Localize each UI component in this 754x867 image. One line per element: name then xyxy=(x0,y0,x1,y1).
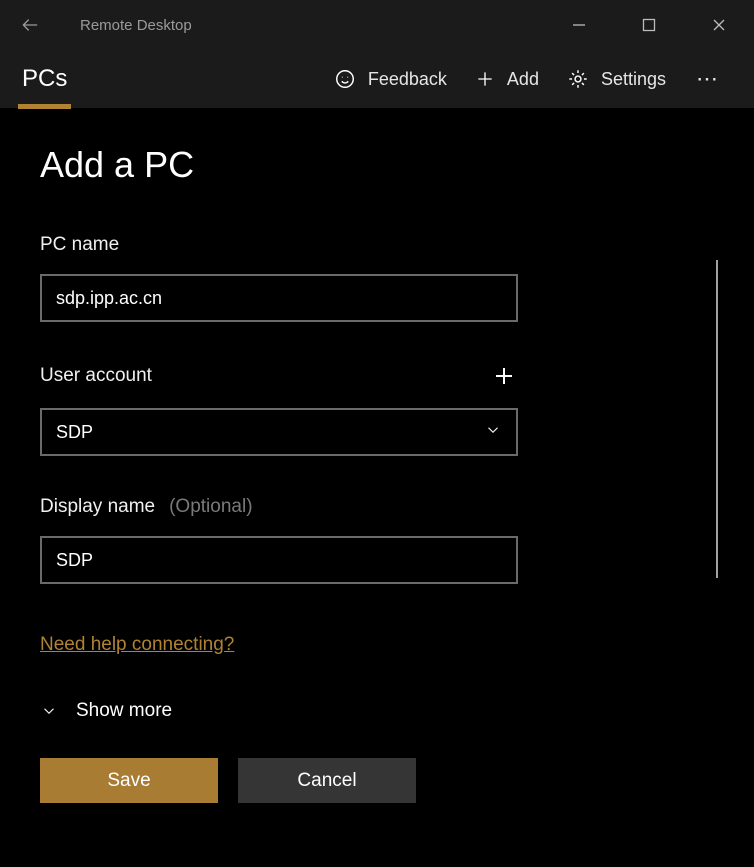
user-account-value: SDP xyxy=(56,422,93,443)
titlebar: Remote Desktop xyxy=(0,0,754,50)
pc-name-input[interactable] xyxy=(40,274,518,322)
add-label: Add xyxy=(507,69,539,90)
plus-icon xyxy=(475,69,495,89)
tab-pcs[interactable]: PCs xyxy=(18,50,71,108)
window-controls xyxy=(544,0,754,50)
user-account-select[interactable]: SDP xyxy=(40,408,518,456)
arrow-left-icon xyxy=(20,15,40,35)
pc-name-field: PC name xyxy=(40,234,714,322)
content-panel: Add a PC PC name User account SDP xyxy=(0,108,754,833)
display-name-label: Display name xyxy=(40,496,155,518)
maximize-icon xyxy=(642,18,656,32)
action-buttons: Save Cancel xyxy=(40,758,714,803)
window-title: Remote Desktop xyxy=(60,17,192,34)
settings-button[interactable]: Settings xyxy=(553,50,680,108)
pc-name-label: PC name xyxy=(40,234,119,256)
display-name-input[interactable] xyxy=(40,536,518,584)
add-user-account-button[interactable] xyxy=(490,362,518,390)
help-link[interactable]: Need help connecting? xyxy=(40,634,234,656)
close-icon xyxy=(712,18,726,32)
cancel-button[interactable]: Cancel xyxy=(238,758,416,803)
back-button[interactable] xyxy=(0,0,60,50)
gear-icon xyxy=(567,68,589,90)
plus-icon xyxy=(492,364,516,388)
chevron-down-icon xyxy=(484,421,502,439)
page-title: Add a PC xyxy=(40,144,714,186)
settings-label: Settings xyxy=(601,69,666,90)
more-button[interactable]: ⋯ xyxy=(680,66,736,92)
smile-icon xyxy=(334,68,356,90)
toolbar: PCs Feedback Add Settings ⋯ xyxy=(0,50,754,108)
feedback-label: Feedback xyxy=(368,69,447,90)
ellipsis-icon: ⋯ xyxy=(696,66,720,91)
optional-hint: (Optional) xyxy=(169,496,252,518)
user-account-field: User account SDP xyxy=(40,362,714,456)
user-account-label: User account xyxy=(40,365,152,387)
show-more-label: Show more xyxy=(76,700,172,722)
display-name-field: Display name (Optional) xyxy=(40,496,714,584)
feedback-button[interactable]: Feedback xyxy=(320,50,461,108)
scrollbar[interactable] xyxy=(716,260,718,578)
minimize-icon xyxy=(572,18,586,32)
chevron-down-icon xyxy=(40,702,58,720)
show-more-toggle[interactable]: Show more xyxy=(40,700,714,722)
minimize-button[interactable] xyxy=(544,0,614,50)
save-button[interactable]: Save xyxy=(40,758,218,803)
close-button[interactable] xyxy=(684,0,754,50)
add-button[interactable]: Add xyxy=(461,50,553,108)
maximize-button[interactable] xyxy=(614,0,684,50)
tab-label: PCs xyxy=(22,65,67,93)
